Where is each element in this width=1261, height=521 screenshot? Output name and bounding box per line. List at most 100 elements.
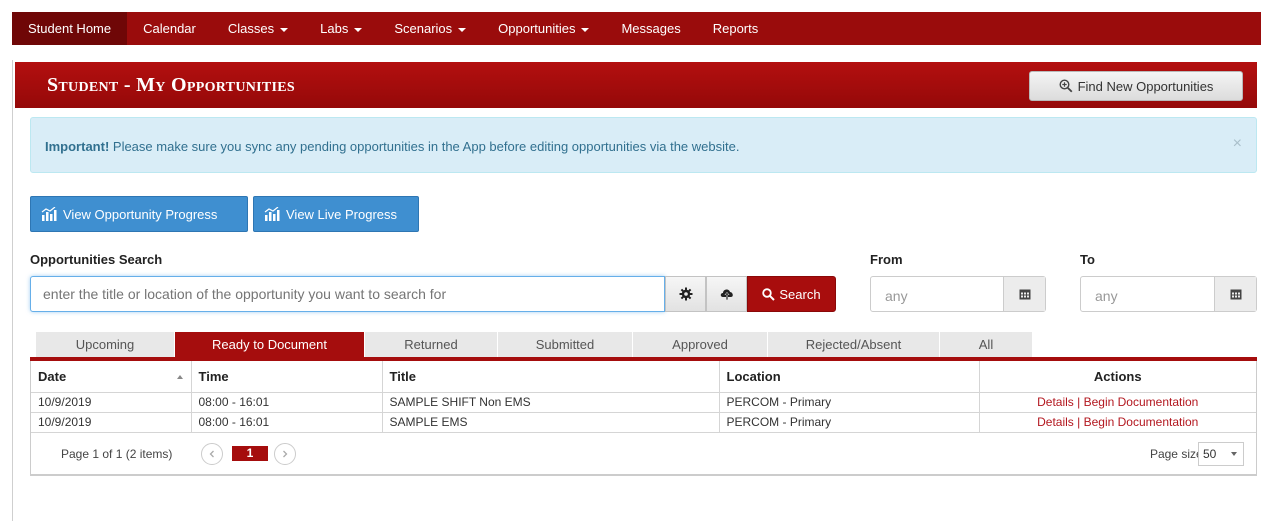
- nav-reports[interactable]: Reports: [697, 12, 775, 45]
- alert-strong: Important!: [45, 139, 110, 154]
- tab-returned[interactable]: Returned: [365, 332, 498, 357]
- cell-actions: Details | Begin Documentation: [979, 412, 1256, 433]
- column-header-date[interactable]: Date: [31, 361, 192, 393]
- search-label: Opportunities Search: [30, 252, 163, 267]
- caret-down-icon: [581, 27, 590, 32]
- opportunity-tabs: Upcoming Ready to Document Returned Subm…: [36, 332, 1033, 357]
- details-link[interactable]: Details: [1037, 415, 1074, 429]
- tab-approved[interactable]: Approved: [633, 332, 768, 357]
- caret-down-icon: [458, 27, 467, 32]
- nav-classes[interactable]: Classes: [212, 12, 304, 45]
- link-separator: |: [1073, 395, 1084, 409]
- link-separator: |: [1073, 415, 1084, 429]
- opportunities-grid: Date Time Title Location Actions 10/9/20…: [30, 361, 1257, 476]
- nav-scenarios[interactable]: Scenarios: [378, 12, 482, 45]
- chart-icon: [41, 207, 57, 221]
- close-icon[interactable]: ×: [1233, 135, 1242, 153]
- from-date-field[interactable]: any: [870, 276, 1046, 312]
- nav-label: Student Home: [28, 21, 112, 36]
- cell-time: 08:00 - 16:01: [191, 412, 383, 433]
- column-header-title[interactable]: Title: [382, 361, 720, 393]
- column-header-actions: Actions: [979, 361, 1256, 393]
- column-label: Date: [38, 368, 67, 384]
- nav-label: Classes: [227, 21, 275, 36]
- next-page-button[interactable]: [274, 442, 296, 465]
- from-label: From: [870, 252, 903, 267]
- pager: Page 1 of 1 (2 items) 1 Page size: 50: [31, 433, 1256, 475]
- alert-message: Important! Please make sure you sync any…: [45, 139, 739, 154]
- cell-location: PERCOM - Primary: [719, 412, 980, 433]
- settings-button[interactable]: [665, 276, 706, 312]
- left-border: [12, 60, 13, 521]
- cloud-upload-icon: [720, 289, 733, 300]
- tab-submitted[interactable]: Submitted: [498, 332, 633, 357]
- page-title: Student - My Opportunities: [47, 74, 295, 96]
- cell-date: 10/9/2019: [31, 392, 192, 413]
- column-header-time[interactable]: Time: [191, 361, 383, 393]
- nav-label: Reports: [712, 21, 759, 36]
- begin-documentation-link[interactable]: Begin Documentation: [1084, 415, 1199, 429]
- nav-label: Labs: [320, 21, 349, 36]
- tab-rejected-absent[interactable]: Rejected/Absent: [768, 332, 940, 357]
- nav-calendar[interactable]: Calendar: [127, 12, 212, 45]
- nav-label: Scenarios: [394, 21, 453, 36]
- search-icon: [762, 287, 776, 301]
- find-button-label: Find New Opportunities: [1077, 78, 1214, 94]
- nav-student-home[interactable]: Student Home: [12, 12, 128, 45]
- calendar-icon[interactable]: [1003, 277, 1045, 311]
- previous-page-button[interactable]: [201, 442, 223, 465]
- pager-summary: Page 1 of 1 (2 items): [61, 446, 173, 461]
- info-alert: Important! Please make sure you sync any…: [30, 117, 1257, 173]
- tab-upcoming[interactable]: Upcoming: [36, 332, 175, 357]
- search-button[interactable]: Search: [747, 276, 836, 312]
- tab-ready-to-document[interactable]: Ready to Document: [175, 332, 365, 357]
- search-input[interactable]: [31, 277, 664, 311]
- sort-ascending-icon: [176, 374, 183, 379]
- table-row: 10/9/2019 08:00 - 16:01 SAMPLE EMS PERCO…: [31, 412, 1256, 433]
- search-button-label: Search: [779, 286, 821, 302]
- chevron-down-icon: [1231, 451, 1237, 456]
- alert-body: Please make sure you sync any pending op…: [109, 139, 740, 154]
- tab-all[interactable]: All: [940, 332, 1033, 357]
- cell-time: 08:00 - 16:01: [191, 392, 383, 413]
- caret-down-icon: [280, 27, 289, 32]
- cell-title: SAMPLE EMS: [382, 412, 720, 433]
- top-navigation: Student Home Calendar Classes Labs Scena…: [12, 12, 1261, 45]
- nav-label: Opportunities: [498, 21, 576, 36]
- gear-icon: [679, 287, 692, 301]
- nav-label: Calendar: [143, 21, 196, 36]
- grid-header-row: Date Time Title Location Actions: [31, 361, 1256, 393]
- zoom-in-icon: [1059, 79, 1073, 93]
- table-row: 10/9/2019 08:00 - 16:01 SAMPLE SHIFT Non…: [31, 392, 1256, 413]
- find-new-opportunities-button[interactable]: Find New Opportunities: [1029, 71, 1243, 101]
- cloud-upload-button[interactable]: [706, 276, 747, 312]
- to-date-field[interactable]: any: [1080, 276, 1257, 312]
- button-label: View Live Progress: [286, 206, 398, 222]
- from-date-placeholder: any: [885, 288, 908, 304]
- page-size-value: 50: [1203, 446, 1217, 461]
- nav-labs[interactable]: Labs: [304, 12, 378, 45]
- cell-actions: Details | Begin Documentation: [979, 392, 1256, 413]
- chevron-left-icon: [209, 450, 214, 457]
- caret-down-icon: [354, 27, 363, 32]
- cell-title: SAMPLE SHIFT Non EMS: [382, 392, 720, 413]
- chart-icon: [264, 207, 280, 221]
- view-opportunity-progress-button[interactable]: View Opportunity Progress: [30, 196, 248, 232]
- view-live-progress-button[interactable]: View Live Progress: [253, 196, 419, 232]
- cell-location: PERCOM - Primary: [719, 392, 980, 413]
- search-field: [30, 276, 665, 312]
- chevron-right-icon: [283, 450, 288, 457]
- details-link[interactable]: Details: [1037, 395, 1074, 409]
- nav-opportunities[interactable]: Opportunities: [482, 12, 605, 45]
- current-page[interactable]: 1: [232, 445, 268, 461]
- to-label: To: [1080, 252, 1095, 267]
- column-header-location[interactable]: Location: [719, 361, 980, 393]
- begin-documentation-link[interactable]: Begin Documentation: [1084, 395, 1199, 409]
- calendar-icon[interactable]: [1214, 277, 1256, 311]
- cell-date: 10/9/2019: [31, 412, 192, 433]
- nav-messages[interactable]: Messages: [605, 12, 696, 45]
- nav-label: Messages: [621, 21, 681, 36]
- page-header: Student - My Opportunities Find New Oppo…: [15, 62, 1257, 108]
- page-size-select[interactable]: 50: [1198, 441, 1244, 466]
- to-date-placeholder: any: [1095, 288, 1118, 304]
